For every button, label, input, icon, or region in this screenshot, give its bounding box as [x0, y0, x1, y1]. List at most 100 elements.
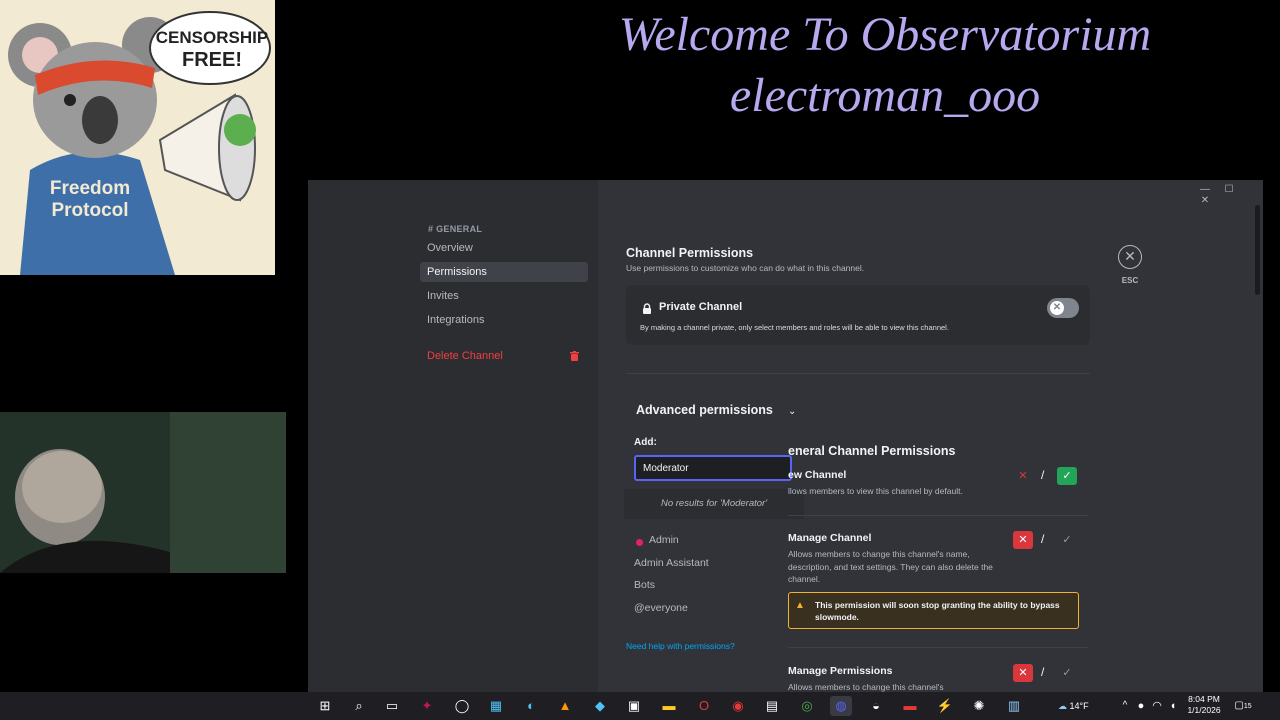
- channel-settings-window: # GENERAL Overview Permissions Invites I…: [308, 180, 1263, 692]
- opera-gx-icon[interactable]: ◯: [451, 696, 473, 716]
- svg-text:FREE!: FREE!: [182, 49, 242, 71]
- webcam-person-image: [0, 412, 286, 573]
- roles-panel: Add: No results for 'Moderator' Admin Ad…: [624, 426, 804, 616]
- chrome-icon[interactable]: ◎: [796, 696, 818, 716]
- sidebar-item-overview[interactable]: Overview: [420, 238, 588, 258]
- app-icon[interactable]: ◒: [865, 696, 887, 716]
- page-subtitle: Use permissions to customize who can do …: [626, 263, 865, 273]
- row-divider: [788, 515, 1088, 516]
- svg-text:CENSORSHIP: CENSORSHIP: [156, 28, 268, 47]
- toggle-off-icon: ✕: [1050, 301, 1064, 315]
- app-icon[interactable]: ▬: [899, 696, 921, 716]
- row-divider: [788, 647, 1088, 648]
- sidebar-item-invites[interactable]: Invites: [420, 286, 588, 306]
- sidebar-item-permissions[interactable]: Permissions: [420, 262, 588, 282]
- weather-icon: ☁: [1058, 701, 1070, 711]
- koala-mascot-image: CENSORSHIP FREE! Freedom Protocol: [0, 0, 275, 275]
- maximize-button[interactable]: ☐: [1217, 184, 1241, 195]
- store-icon[interactable]: ▦: [485, 696, 507, 716]
- allow-button[interactable]: ✓: [1057, 664, 1077, 682]
- close-icon: ✕: [1124, 248, 1136, 264]
- permission-desc: Allows members to change this channel's: [788, 682, 944, 692]
- koala-illustration: CENSORSHIP FREE! Freedom Protocol: [0, 0, 275, 275]
- app-icon[interactable]: ▣: [623, 696, 645, 716]
- esc-label: ESC: [1121, 276, 1139, 285]
- app-icon[interactable]: ▥: [1003, 696, 1025, 716]
- banner-line2: electroman_ooo: [729, 69, 1041, 122]
- deny-button[interactable]: ✕: [1013, 664, 1033, 682]
- app-icon[interactable]: ◆: [589, 696, 611, 716]
- advanced-permissions-toggle[interactable]: Advanced permissions: [636, 403, 773, 417]
- role-item-everyone[interactable]: @everyone: [634, 602, 688, 614]
- allow-button[interactable]: ✓: [1057, 467, 1077, 485]
- private-channel-toggle[interactable]: ✕: [1047, 298, 1079, 318]
- permission-name: Manage Channel: [788, 532, 872, 544]
- private-channel-desc: By making a channel private, only select…: [640, 323, 949, 332]
- chevron-down-icon: ⌄: [788, 406, 797, 417]
- clock-date: 1/1/2026: [1187, 705, 1221, 715]
- start-windows-icon[interactable]: ⊞: [314, 696, 336, 716]
- trash-icon: [570, 351, 579, 361]
- minimize-button[interactable]: —: [1193, 184, 1217, 195]
- opera-icon[interactable]: O: [693, 696, 715, 716]
- permission-desc: llows members to view this channel by de…: [788, 486, 963, 496]
- app-icon[interactable]: ✺: [968, 696, 990, 716]
- notification-count: 15: [1243, 703, 1252, 710]
- permissions-list: eneral Channel Permissions ew Channel ll…: [788, 442, 1088, 692]
- permissions-help-link[interactable]: Need help with permissions?: [626, 641, 735, 651]
- permission-name: ew Channel: [788, 469, 847, 481]
- taskbar: ⊞ ⌕ ▭ ✦ ◯ ▦ ◐ ▲ ◆ ▣ ▬ O ◉ ▤ ◎ ◍ ◒ ▬ ⚡ ✺ …: [0, 692, 1280, 720]
- delete-channel-button[interactable]: Delete Channel: [420, 346, 588, 366]
- window-controls: — ☐✕: [1193, 184, 1261, 206]
- deny-button[interactable]: ✕: [1013, 467, 1033, 485]
- add-label: Add:: [634, 437, 657, 448]
- section-divider: [626, 373, 1090, 374]
- lock-icon: [643, 303, 651, 314]
- close-window-button[interactable]: ✕: [1193, 195, 1217, 206]
- webcam-feed: [0, 412, 286, 573]
- close-settings-button[interactable]: ✕: [1118, 245, 1142, 269]
- no-results-message: No results for 'Moderator': [624, 489, 804, 519]
- volume-icon[interactable]: ◖: [1162, 696, 1184, 716]
- warning-banner: ▲ This permission will soon stop grantin…: [788, 592, 1079, 629]
- notifications-button[interactable]: ▢15: [1232, 696, 1254, 716]
- deny-button[interactable]: ✕: [1013, 531, 1033, 549]
- app-icon[interactable]: ▤: [761, 696, 783, 716]
- app-icon[interactable]: ◐: [520, 696, 542, 716]
- settings-sidebar: # GENERAL Overview Permissions Invites I…: [308, 180, 598, 692]
- weather-temp: 14°F: [1069, 701, 1089, 711]
- folder-icon[interactable]: ▬: [658, 696, 680, 716]
- vlc-icon[interactable]: ▲: [554, 696, 576, 716]
- sidebar-item-integrations[interactable]: Integrations: [420, 310, 588, 330]
- weather-widget[interactable]: ☁ 14°F: [1058, 696, 1108, 716]
- section-title: eneral Channel Permissions: [788, 444, 956, 458]
- stream-banner: Welcome To Observatorium electroman_ooo: [540, 0, 1230, 126]
- role-item-admin[interactable]: Admin: [649, 534, 679, 546]
- private-channel-card: Private Channel By making a channel priv…: [626, 285, 1090, 345]
- toggle-separator: /: [1041, 665, 1045, 679]
- sidebar-header: # GENERAL: [428, 224, 483, 234]
- banner-line1: Welcome To Observatorium: [618, 8, 1152, 61]
- app-icon[interactable]: ⚡: [934, 696, 956, 716]
- role-search-input[interactable]: [634, 455, 792, 481]
- warning-icon: ▲: [795, 600, 805, 611]
- svg-text:Freedom: Freedom: [50, 178, 130, 199]
- scrollbar-thumb[interactable]: [1255, 205, 1260, 295]
- app-icon[interactable]: ✦: [416, 696, 438, 716]
- search-icon[interactable]: ⌕: [348, 696, 370, 716]
- permission-name: Manage Permissions: [788, 665, 893, 677]
- allow-button[interactable]: ✓: [1057, 531, 1077, 549]
- task-view-icon[interactable]: ▭: [381, 696, 403, 716]
- app-icon[interactable]: ◉: [727, 696, 749, 716]
- role-item-bots[interactable]: Bots: [634, 579, 655, 591]
- toggle-separator: /: [1041, 532, 1045, 546]
- private-channel-title: Private Channel: [659, 301, 743, 313]
- toggle-separator: /: [1041, 468, 1045, 482]
- clock[interactable]: 8:04 PM 1/1/2026: [1184, 694, 1224, 716]
- clock-time: 8:04 PM: [1188, 694, 1220, 704]
- permission-desc: Allows members to change this channel's …: [788, 549, 993, 584]
- page-title: Channel Permissions: [626, 246, 754, 260]
- discord-icon[interactable]: ◍: [830, 696, 852, 716]
- role-item-admin-assistant[interactable]: Admin Assistant: [634, 557, 709, 569]
- warning-text: This permission will soon stop granting …: [815, 600, 1060, 622]
